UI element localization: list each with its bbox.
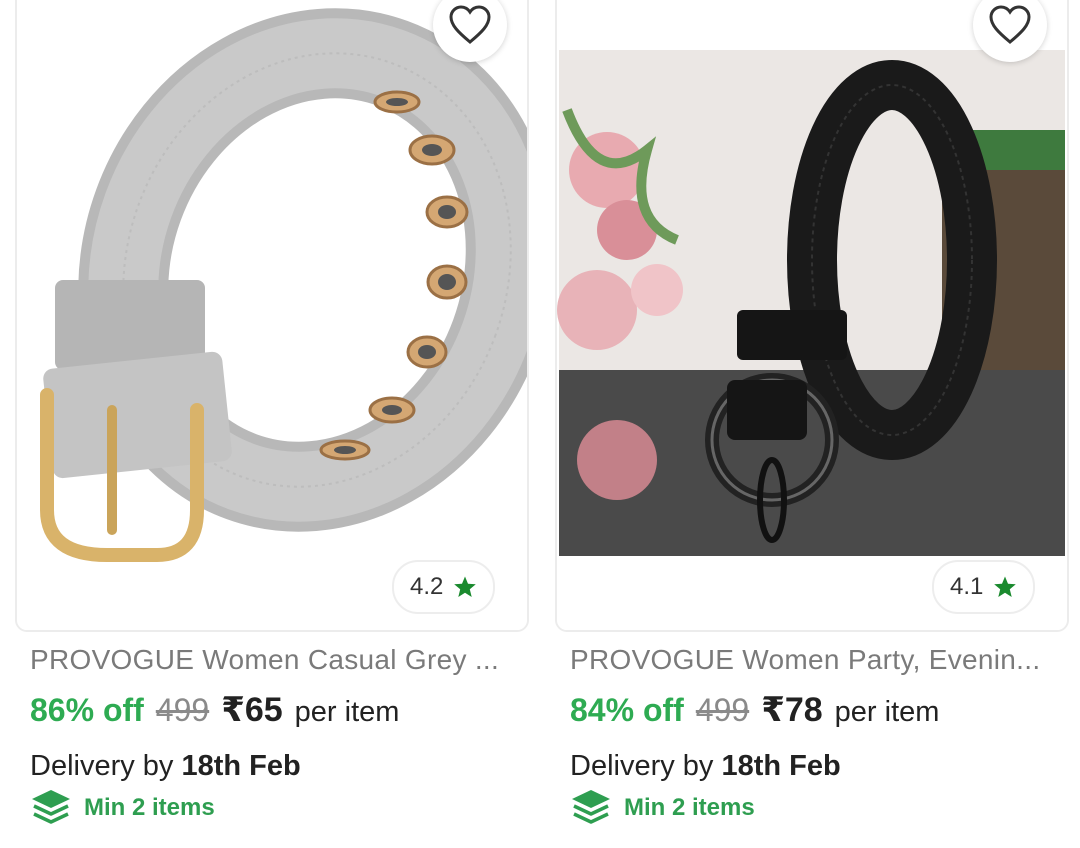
delivery-date: 18th Feb [181, 750, 301, 782]
rating-value: 4.1 [950, 573, 984, 600]
price-unit: per item [294, 696, 400, 728]
rating-value: 4.2 [410, 573, 444, 600]
product-card[interactable]: 4.1 PROVOGUE Women Party, Evenin... 84% … [555, 0, 1069, 848]
grey-fabric-belt-image [17, 0, 527, 630]
min-items-badge: Min 2 items [570, 788, 755, 828]
delivery-date: 18th Feb [721, 750, 841, 782]
stack-layers-icon [32, 790, 70, 824]
price-unit: per item [834, 696, 940, 728]
delivery-prefix: Delivery by [570, 750, 714, 782]
min-items-label: Min 2 items [84, 794, 215, 821]
sale-price: ₹65 [221, 691, 283, 729]
min-items-badge: Min 2 items [30, 788, 215, 828]
product-image[interactable] [15, 0, 529, 632]
min-items-label: Min 2 items [624, 794, 755, 821]
delivery-info: Delivery by 18th Feb [30, 750, 301, 783]
delivery-info: Delivery by 18th Feb [570, 750, 841, 783]
star-icon [454, 576, 477, 597]
product-card[interactable]: 4.2 PROVOGUE Women Casual Grey ... 86% o… [15, 0, 529, 848]
product-title[interactable]: PROVOGUE Women Casual Grey ... [30, 644, 510, 676]
discount-label: 86% off [30, 692, 144, 728]
heart-icon [989, 5, 1031, 44]
price-row: 86% off 499 ₹65 per item [30, 690, 399, 730]
star-icon [994, 576, 1017, 597]
original-price: 499 [695, 692, 750, 728]
sale-price: ₹78 [761, 691, 823, 729]
heart-icon [449, 5, 491, 44]
original-price: 499 [155, 692, 210, 728]
rating-badge: 4.1 [932, 560, 1036, 614]
price-row: 84% off 499 ₹78 per item [570, 690, 939, 730]
discount-label: 84% off [570, 692, 684, 728]
rating-badge: 4.2 [392, 560, 496, 614]
stack-layers-icon [572, 790, 610, 824]
black-leather-belt-image [557, 0, 1067, 630]
delivery-prefix: Delivery by [30, 750, 174, 782]
product-title[interactable]: PROVOGUE Women Party, Evenin... [570, 644, 1050, 676]
product-image[interactable] [555, 0, 1069, 632]
